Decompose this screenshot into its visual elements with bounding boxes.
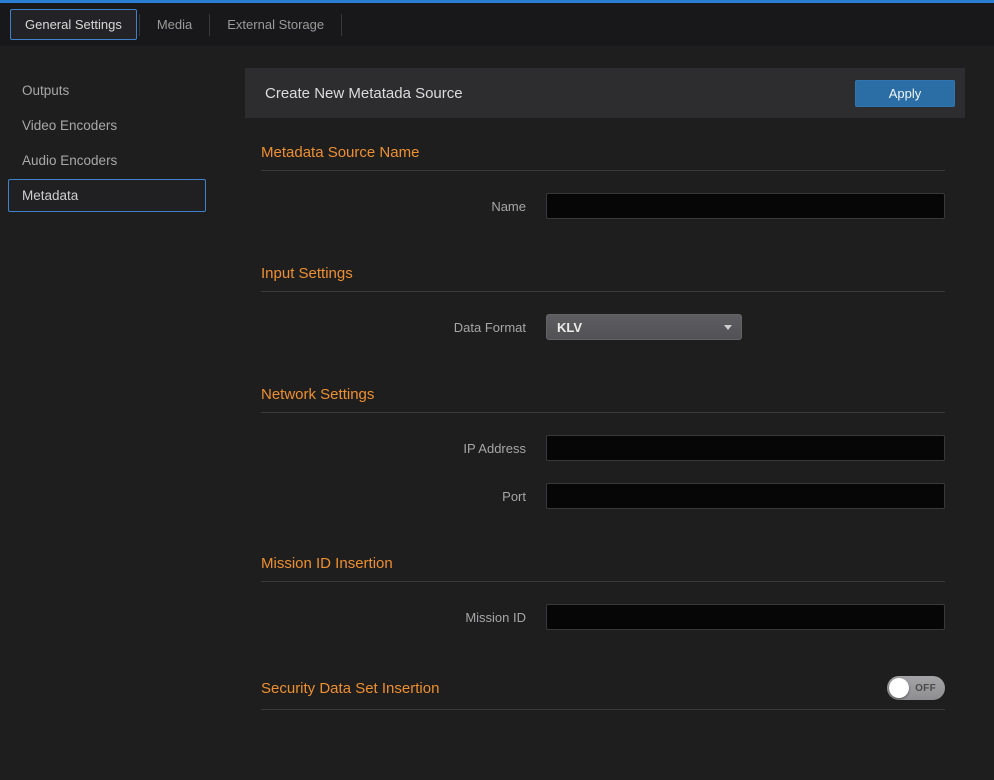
name-row: Name (261, 193, 945, 219)
data-format-selected-value: KLV (557, 320, 582, 335)
toggle-knob-icon (889, 678, 909, 698)
mission-id-label: Mission ID (261, 610, 546, 625)
name-input[interactable] (546, 193, 945, 219)
data-format-label: Data Format (261, 320, 546, 335)
tab-separator (139, 14, 140, 36)
apply-button[interactable]: Apply (855, 80, 955, 107)
panel-header: Create New Metatada Source Apply (245, 68, 965, 118)
mission-id-row: Mission ID (261, 604, 945, 630)
tab-media[interactable]: Media (142, 9, 207, 40)
sidebar-item-outputs[interactable]: Outputs (8, 74, 206, 107)
port-row: Port (261, 483, 945, 509)
sidebar: Outputs Video Encoders Audio Encoders Me… (0, 46, 245, 780)
section-title-network-settings: Network Settings (261, 386, 374, 403)
form-sections: Metadata Source Name Name Input Settings… (245, 144, 965, 710)
top-tab-bar: General Settings Media External Storage (0, 0, 994, 46)
page-title: Create New Metatada Source (265, 85, 463, 102)
sidebar-item-metadata[interactable]: Metadata (8, 179, 206, 212)
section-network-settings: Network Settings (261, 386, 945, 413)
section-title-input-settings: Input Settings (261, 265, 353, 282)
tab-external-storage[interactable]: External Storage (212, 9, 339, 40)
tab-separator (209, 14, 210, 36)
port-label: Port (261, 489, 546, 504)
section-title-mission-id-insertion: Mission ID Insertion (261, 555, 393, 572)
chevron-down-icon (724, 325, 732, 330)
section-security-data-set-insertion: Security Data Set Insertion OFF (261, 676, 945, 710)
port-input[interactable] (546, 483, 945, 509)
main-panel: Create New Metatada Source Apply Metadat… (245, 46, 965, 780)
toggle-state-label: OFF (915, 683, 936, 694)
mission-id-input[interactable] (546, 604, 945, 630)
ip-address-input[interactable] (546, 435, 945, 461)
section-input-settings: Input Settings (261, 265, 945, 292)
sidebar-item-video-encoders[interactable]: Video Encoders (8, 109, 206, 142)
data-format-row: Data Format KLV (261, 314, 945, 340)
sidebar-item-audio-encoders[interactable]: Audio Encoders (8, 144, 206, 177)
tab-separator (341, 14, 342, 36)
name-label: Name (261, 199, 546, 214)
ip-address-row: IP Address (261, 435, 945, 461)
section-title-metadata-source-name: Metadata Source Name (261, 144, 419, 161)
security-data-set-toggle[interactable]: OFF (887, 676, 945, 700)
section-metadata-source-name: Metadata Source Name (261, 144, 945, 171)
ip-address-label: IP Address (261, 441, 546, 456)
section-mission-id-insertion: Mission ID Insertion (261, 555, 945, 582)
section-title-security-data-set-insertion: Security Data Set Insertion (261, 680, 439, 697)
page-layout: Outputs Video Encoders Audio Encoders Me… (0, 46, 994, 780)
data-format-dropdown[interactable]: KLV (546, 314, 742, 340)
tab-general-settings[interactable]: General Settings (10, 9, 137, 40)
